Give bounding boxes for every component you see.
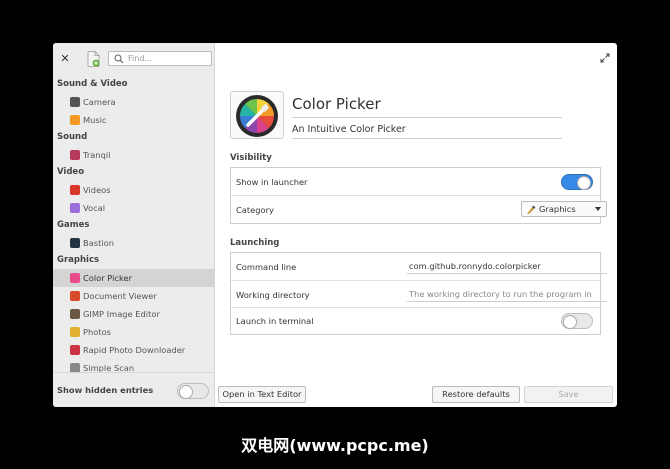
sidebar-item-color-picker[interactable]: Color Picker bbox=[53, 269, 214, 287]
sidebar-item-document-viewer[interactable]: Document Viewer bbox=[53, 287, 214, 305]
search-input[interactable]: Find... bbox=[108, 51, 212, 66]
sidebar-item-label: Photos bbox=[83, 327, 111, 337]
document-viewer-icon bbox=[70, 291, 80, 301]
sidebar-item-music[interactable]: Music bbox=[53, 111, 214, 129]
color-picker-icon bbox=[70, 273, 80, 283]
sidebar-item-camera[interactable]: Camera bbox=[53, 93, 214, 111]
main-panel: Color Picker An Intuitive Color Picker V… bbox=[215, 43, 617, 407]
fullscreen-button[interactable] bbox=[600, 53, 610, 63]
action-bar: Open in Text Editor Restore defaults Sav… bbox=[215, 382, 617, 407]
restore-defaults-button[interactable]: Restore defaults bbox=[432, 386, 520, 403]
toggle-knob bbox=[179, 385, 193, 399]
command-field[interactable]: com.github.ronnydo.colorpicker bbox=[407, 259, 607, 274]
watermark-text: 双电网(www.pcpc.me) bbox=[241, 436, 429, 455]
photos-icon bbox=[70, 327, 80, 337]
show-hidden-label: Show hidden entries bbox=[57, 385, 154, 395]
workdir-field[interactable]: The working directory to run the program… bbox=[407, 287, 607, 302]
category-dropdown[interactable]: Graphics bbox=[521, 201, 607, 217]
color-picker-icon bbox=[236, 95, 278, 137]
sidebar-header: ✕ Find... bbox=[53, 43, 214, 74]
close-icon: ✕ bbox=[60, 52, 70, 65]
sidebar-item-label: Camera bbox=[83, 97, 116, 107]
expand-icon bbox=[600, 53, 610, 63]
visibility-section-title: Visibility bbox=[230, 153, 272, 163]
toggle-knob bbox=[563, 315, 577, 329]
category-header: Graphics bbox=[57, 255, 100, 265]
sidebar-item-bastion[interactable]: Bastion bbox=[53, 234, 214, 252]
simple-scan-icon bbox=[70, 363, 80, 372]
sidebar-item-label: Bastion bbox=[83, 238, 114, 248]
sidebar-item-vocal[interactable]: Vocal bbox=[53, 199, 214, 217]
workdir-row: Working directory The working directory … bbox=[231, 281, 607, 308]
category-row: Category Graphics bbox=[231, 196, 607, 223]
sidebar-item-tranqil[interactable]: Tranqil bbox=[53, 146, 214, 164]
show-in-launcher-row: Show in launcher bbox=[231, 168, 600, 196]
sidebar-footer: Show hidden entries bbox=[53, 372, 214, 407]
visibility-panel: Show in launcher Category Graphics bbox=[230, 167, 607, 224]
sidebar-item-label: Rapid Photo Downloader bbox=[83, 345, 186, 355]
app-name-underline bbox=[292, 117, 562, 118]
app-window: ✕ Find... Sound & Video Camera Music Sound T… bbox=[53, 43, 617, 407]
new-file-icon bbox=[87, 51, 100, 67]
sidebar: ✕ Find... Sound & Video Camera Music Sound T… bbox=[53, 43, 215, 407]
toggle-knob bbox=[577, 176, 591, 190]
launching-panel: Command line com.github.ronnydo.colorpic… bbox=[230, 252, 607, 335]
tranqil-icon bbox=[70, 150, 80, 160]
sidebar-item-label: Simple Scan bbox=[83, 363, 135, 372]
music-icon bbox=[70, 115, 80, 125]
graphics-category-icon bbox=[527, 205, 536, 214]
sidebar-item-rapid-photo-downloader[interactable]: Rapid Photo Downloader bbox=[53, 341, 214, 359]
videos-icon bbox=[70, 185, 80, 195]
sidebar-item-label: Tranqil bbox=[83, 150, 111, 160]
workdir-label: Working directory bbox=[236, 290, 310, 300]
gimp-icon bbox=[70, 309, 80, 319]
sidebar-item-simple-scan[interactable]: Simple Scan bbox=[53, 359, 214, 372]
sidebar-item-photos[interactable]: Photos bbox=[53, 323, 214, 341]
sidebar-item-label: Music bbox=[83, 115, 107, 125]
sidebar-item-label: Vocal bbox=[83, 203, 106, 213]
search-placeholder: Find... bbox=[128, 54, 153, 63]
close-button[interactable]: ✕ bbox=[60, 53, 70, 65]
open-in-text-editor-button[interactable]: Open in Text Editor bbox=[218, 386, 306, 403]
category-header: Sound bbox=[57, 132, 88, 142]
sidebar-item-videos[interactable]: Videos bbox=[53, 181, 214, 199]
terminal-label: Launch in terminal bbox=[236, 316, 314, 326]
command-label: Command line bbox=[236, 262, 297, 272]
sidebar-item-label: GIMP Image Editor bbox=[83, 309, 160, 319]
terminal-row: Launch in terminal bbox=[231, 308, 600, 334]
launch-in-terminal-toggle[interactable] bbox=[561, 313, 593, 329]
app-comment-field[interactable]: An Intuitive Color Picker bbox=[292, 124, 406, 135]
chevron-down-icon bbox=[595, 207, 601, 211]
search-icon bbox=[114, 54, 124, 64]
sidebar-item-label: Color Picker bbox=[83, 273, 133, 283]
show-in-launcher-label: Show in launcher bbox=[236, 177, 308, 187]
show-hidden-toggle[interactable] bbox=[177, 383, 209, 399]
show-in-launcher-toggle[interactable] bbox=[561, 174, 593, 190]
category-value: Graphics bbox=[539, 204, 576, 214]
app-comment-underline bbox=[292, 138, 562, 139]
sidebar-item-gimp-image-editor[interactable]: GIMP Image Editor bbox=[53, 305, 214, 323]
new-entry-button[interactable] bbox=[87, 51, 100, 67]
app-name-field[interactable]: Color Picker bbox=[292, 95, 381, 113]
category-header: Games bbox=[57, 220, 90, 230]
save-button[interactable]: Save bbox=[524, 386, 613, 403]
launching-section-title: Launching bbox=[230, 238, 280, 248]
bastion-icon bbox=[70, 238, 80, 248]
app-icon-button[interactable] bbox=[230, 91, 284, 139]
camera-icon bbox=[70, 97, 80, 107]
category-list: Sound & Video Camera Music Sound Tranqil Vide… bbox=[53, 76, 214, 372]
vocal-icon bbox=[70, 203, 80, 213]
category-header: Sound & Video bbox=[57, 79, 128, 89]
category-header: Video bbox=[57, 167, 85, 177]
category-label: Category bbox=[236, 205, 274, 215]
sidebar-item-label: Document Viewer bbox=[83, 291, 157, 301]
command-row: Command line com.github.ronnydo.colorpic… bbox=[231, 253, 607, 281]
sidebar-item-label: Videos bbox=[83, 185, 111, 195]
rapid-photo-downloader-icon bbox=[70, 345, 80, 355]
